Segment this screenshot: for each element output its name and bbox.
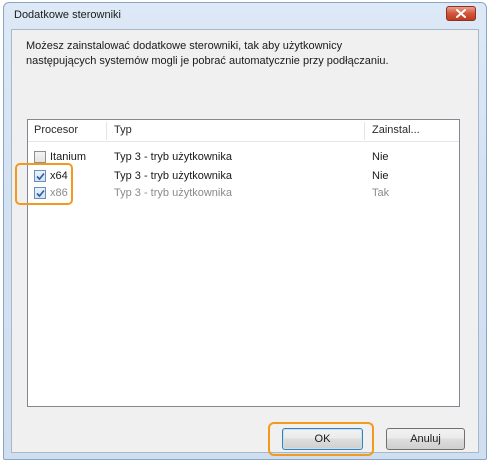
processor-cell: Itanium: [50, 151, 87, 163]
checkbox-highlight: [15, 163, 73, 205]
installed-cell: Nie: [372, 151, 389, 163]
checkbox-itanium[interactable]: [34, 151, 46, 163]
drivers-list[interactable]: Procesor Typ Zainstal... Itanium Typ 3 -…: [27, 119, 460, 407]
close-button[interactable]: [446, 6, 476, 21]
table-row[interactable]: Itanium Typ 3 - tryb użytkownika Nie: [28, 150, 459, 164]
column-processor[interactable]: Procesor: [34, 124, 78, 136]
column-type[interactable]: Typ: [114, 124, 132, 136]
type-cell: Typ 3 - tryb użytkownika: [114, 170, 232, 182]
description-text: Możesz zainstalować dodatkowe sterowniki…: [26, 39, 476, 69]
window-title: Dodatkowe sterowniki: [14, 9, 121, 21]
close-icon: [456, 9, 466, 18]
table-row[interactable]: x64 Typ 3 - tryb użytkownika Nie: [28, 169, 459, 183]
dialog-window: Dodatkowe sterowniki Możesz zainstalować…: [3, 2, 487, 460]
column-installed[interactable]: Zainstal...: [372, 124, 420, 136]
ok-highlight: [268, 422, 374, 456]
installed-cell: Tak: [372, 187, 390, 199]
description-line-1: Możesz zainstalować dodatkowe sterowniki…: [26, 40, 343, 52]
list-header: Procesor Typ Zainstal...: [28, 120, 459, 142]
description-line-2: następujących systemów mogli je pobrać a…: [26, 55, 389, 67]
cancel-button[interactable]: Anuluj: [386, 428, 465, 450]
type-cell: Typ 3 - tryb użytkownika: [114, 151, 232, 163]
installed-cell: Nie: [372, 170, 389, 182]
type-cell: Typ 3 - tryb użytkownika: [114, 187, 232, 199]
table-row[interactable]: x86 Typ 3 - tryb użytkownika Tak: [28, 186, 459, 200]
dialog-body: Możesz zainstalować dodatkowe sterowniki…: [11, 29, 479, 453]
